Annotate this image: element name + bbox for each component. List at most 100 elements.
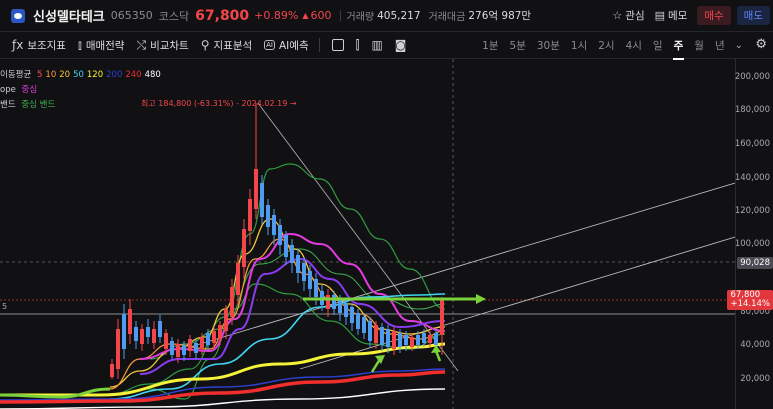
chart-type-square-icon[interactable] — [331, 39, 344, 51]
candle-body — [272, 215, 276, 235]
y-tick-label: 40,000 — [740, 340, 770, 350]
ma-period-20: 20 — [59, 70, 71, 80]
candle-body — [158, 321, 162, 337]
stock-name[interactable]: 신성델타테크 — [33, 6, 105, 25]
analysis-icon: ⚲ — [200, 38, 210, 52]
candle-body — [410, 337, 414, 347]
strategy-label: 매매전략 — [85, 39, 125, 52]
divider — [318, 38, 320, 52]
candle-body — [356, 313, 360, 329]
tab-year[interactable]: 년 — [715, 38, 725, 53]
high-annotation: 최고 184,800 (-63.31%) - 2024.02.19 → — [141, 98, 297, 108]
envelope-center: 중심 — [21, 85, 38, 95]
candle-body — [110, 364, 114, 377]
ma-legend[interactable]: 이동평균 5 10 20 50 120 200 240 480 — [0, 68, 167, 80]
y-tick-label: 140,000 — [734, 173, 770, 183]
y-tick-label: 120,000 — [734, 206, 770, 216]
trend-line-channel-bottom — [299, 236, 735, 370]
price-tag: 67,800 +14.14% — [727, 290, 773, 310]
candle-body — [242, 229, 246, 267]
current-price: 67,800 — [195, 7, 250, 24]
envelope-legend[interactable]: ope 중심 — [0, 83, 40, 95]
ma-period-5: 5 — [36, 70, 43, 80]
up-arrow-2 — [434, 350, 442, 362]
candle-body — [350, 307, 354, 323]
tab-30min[interactable]: 30분 — [537, 38, 560, 53]
chart-plot-area[interactable]: 최고 184,800 (-63.31%) - 2024.02.19 → 5 — [0, 59, 735, 409]
ai-predict-button[interactable]: AI AI예측 — [264, 38, 309, 53]
candle-body — [260, 183, 264, 217]
candle-body — [116, 329, 120, 369]
candle-body — [296, 255, 300, 273]
period-tabs: 1분 5분 30분 1시 2시 4시 일 주 월 년 ⌄ — [471, 32, 743, 60]
y-tick-label: 100,000 — [734, 239, 770, 249]
layout-icon[interactable]: ▥ — [371, 38, 382, 52]
candle-body — [416, 335, 420, 345]
candle-body — [128, 309, 132, 334]
candlestick-icon[interactable]: ⫿ — [356, 38, 360, 53]
candle-body — [344, 303, 348, 317]
candle-body — [332, 295, 336, 309]
candle-body — [428, 335, 432, 343]
stock-code: 065350 — [110, 9, 153, 22]
price-chart[interactable]: 최고 184,800 (-63.31%) - 2024.02.19 → 5 이동… — [0, 59, 773, 409]
change-percent: +0.89% — [254, 9, 299, 22]
memo-button[interactable]: ▤ 메모 — [655, 8, 688, 23]
analysis-label: 지표분석 — [213, 39, 253, 52]
tab-month[interactable]: 월 — [694, 38, 704, 53]
level-tag: 90,028 — [737, 257, 773, 269]
tab-1min[interactable]: 1분 — [482, 38, 498, 53]
chevron-down-icon[interactable]: ⌄ — [735, 40, 743, 51]
y-tick-label: 200,000 — [734, 72, 770, 82]
sell-button[interactable]: 매도 — [736, 6, 770, 25]
candle-body — [200, 337, 204, 349]
watch-button[interactable]: ☆ 관심 — [612, 8, 644, 23]
buy-button[interactable]: 매수 — [697, 6, 731, 25]
divider — [339, 10, 341, 21]
candle-body — [218, 325, 222, 339]
candle-body — [206, 333, 210, 345]
candle-body — [338, 299, 342, 313]
analysis-button[interactable]: ⚲ 지표분석 — [201, 38, 252, 53]
stock-header: 신성델타테크 065350 코스닥 67,800 +0.89% ▲ 600 거래… — [0, 0, 773, 31]
watch-label: 관심 — [625, 10, 645, 22]
candle-body — [212, 331, 216, 343]
tab-day[interactable]: 일 — [653, 38, 663, 53]
amount-label: 거래대금 — [428, 12, 466, 23]
tab-5min[interactable]: 5분 — [510, 38, 526, 53]
amount-value: 276억 987만 — [468, 10, 532, 22]
trend-line-channel-top — [189, 182, 735, 348]
candle-body — [368, 321, 372, 341]
compare-icon: ⤭ — [136, 37, 147, 52]
ma-legend-label: 이동평균 — [0, 70, 32, 80]
candle-body — [404, 335, 408, 345]
indicator-icon: ƒx — [12, 38, 24, 52]
chart-toolbar: ƒx 보조지표 ⫾ 매매전략 ⤭ 비교차트 ⚲ 지표분석 AI AI예측 ⫿ ▥… — [0, 31, 773, 60]
ma-period-200: 200 — [106, 70, 123, 80]
candle-body — [386, 329, 390, 347]
candle-body — [380, 327, 384, 345]
candle-body — [314, 279, 318, 297]
y-tick-label: 180,000 — [734, 105, 770, 115]
tab-week[interactable]: 주 — [672, 38, 684, 60]
candle-body — [176, 344, 180, 357]
strategy-icon: ⫾ — [77, 37, 82, 52]
strategy-button[interactable]: ⫾ 매매전략 — [78, 38, 124, 53]
price-axis[interactable]: 200,000 180,000 160,000 140,000 120,000 … — [727, 59, 773, 409]
ma-period-480: 480 — [144, 70, 161, 80]
candle-body — [422, 333, 426, 343]
indicator-button[interactable]: ƒx 보조지표 — [12, 38, 66, 53]
ai-predict-label: AI예측 — [279, 39, 309, 52]
compare-label: 비교차트 — [150, 39, 189, 52]
gear-icon[interactable]: ⚙ — [755, 37, 767, 52]
bollinger-upper-line — [109, 163, 446, 395]
tab-4hour[interactable]: 4시 — [626, 38, 642, 53]
ai-icon: AI — [264, 40, 275, 50]
camera-icon[interactable]: ◙ — [395, 38, 407, 52]
candle-body — [440, 299, 444, 335]
bollinger-legend[interactable]: 밴드 중심 밴드 — [0, 98, 58, 110]
candle-body — [134, 327, 138, 341]
tab-2hour[interactable]: 2시 — [598, 38, 614, 53]
tab-1hour[interactable]: 1시 — [571, 38, 587, 53]
compare-button[interactable]: ⤭ 비교차트 — [136, 38, 188, 53]
